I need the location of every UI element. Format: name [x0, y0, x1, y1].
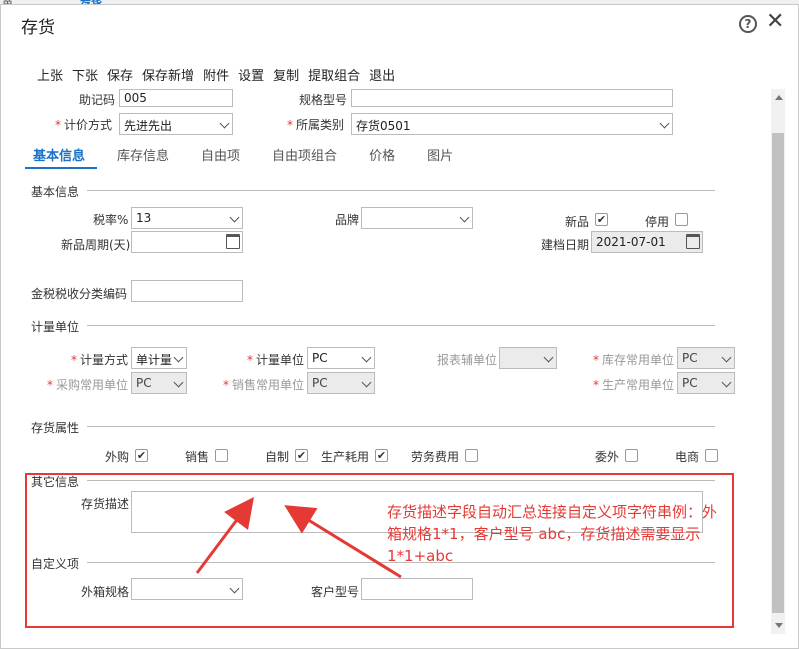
calendar-icon[interactable] — [686, 234, 700, 249]
tab-price[interactable]: 价格 — [369, 145, 395, 164]
purchase-unit-label: * 采购常用单位 — [47, 378, 129, 392]
prev-button[interactable]: 上张 — [37, 65, 63, 84]
attr-service-checkbox[interactable] — [465, 449, 478, 462]
measure-unit-select[interactable]: PC — [307, 347, 375, 369]
attr-service-label: 劳务费用 — [411, 450, 460, 464]
tax-rate-select[interactable]: 13 — [131, 207, 243, 229]
mnemonic-label: 助记码 — [79, 93, 116, 107]
measure-method-select[interactable]: 单计量 — [131, 347, 187, 369]
brand-select[interactable] — [361, 207, 473, 229]
disabled-checkbox[interactable] — [675, 213, 688, 226]
dialog-title: 存货 — [21, 18, 55, 38]
sales-unit-label: * 销售常用单位 — [223, 378, 305, 392]
mnemonic-input[interactable]: 005 — [119, 89, 233, 107]
attr-self-made-checkbox[interactable]: ✔ — [295, 449, 308, 462]
brand-label: 品牌 — [335, 213, 360, 227]
new-product-checkbox[interactable]: ✔ — [595, 213, 608, 226]
copy-button[interactable]: 复制 — [273, 65, 299, 84]
scrollbar-thumb[interactable] — [772, 133, 784, 613]
section-unit: 计量单位 — [31, 320, 80, 334]
created-date-input[interactable]: 2021-07-01 — [591, 231, 703, 253]
attr-ecommerce-label: 电商 — [675, 450, 700, 464]
new-cycle-label: 新品周期(天) — [61, 238, 131, 252]
save-new-button[interactable]: 保存新增 — [142, 65, 194, 84]
category-label: * 所属类别 — [287, 118, 345, 132]
section-attributes: 存货属性 — [31, 421, 80, 435]
attr-outsourced-label: 委外 — [595, 450, 620, 464]
divider — [87, 190, 715, 191]
attr-purchased-label: 外购 — [105, 450, 130, 464]
production-unit-select[interactable]: PC — [677, 372, 735, 394]
divider — [87, 426, 715, 427]
tab-basic-info[interactable]: 基本信息 — [33, 145, 85, 164]
help-icon[interactable]: ? — [739, 15, 757, 33]
section-basic-info: 基本信息 — [31, 185, 80, 199]
tab-free-item-combo[interactable]: 自由项组合 — [272, 145, 337, 164]
spec-label: 规格型号 — [299, 93, 348, 107]
tax-rate-label: 税率% — [93, 213, 129, 227]
annotation-text: 存货描述字段自动汇总连接自定义项字符串例：外箱规格1*1，客户型号 abc，存货… — [387, 503, 718, 565]
attr-sales-checkbox[interactable] — [215, 449, 228, 462]
disabled-label: 停用 — [645, 215, 670, 229]
tab-stock-info[interactable]: 库存信息 — [117, 145, 169, 164]
attr-purchased-checkbox[interactable]: ✔ — [135, 449, 148, 462]
divider — [87, 325, 715, 326]
attr-self-made-label: 自制 — [265, 450, 290, 464]
divider — [87, 480, 715, 481]
next-button[interactable]: 下张 — [72, 65, 98, 84]
settings-button[interactable]: 设置 — [238, 65, 264, 84]
exit-button[interactable]: 退出 — [369, 65, 395, 84]
attr-ecommerce-checkbox[interactable] — [705, 449, 718, 462]
section-other-info: 其它信息 — [31, 475, 80, 489]
tax-code-input[interactable] — [131, 280, 243, 302]
report-unit-select[interactable] — [499, 347, 557, 369]
extract-combo-button[interactable]: 提取组合 — [308, 65, 360, 84]
spec-input[interactable] — [351, 89, 673, 107]
attr-production-label: 生产耗用 — [321, 450, 370, 464]
customer-model-label: 客户型号 — [311, 585, 360, 599]
tab-free-items[interactable]: 自由项 — [201, 145, 240, 164]
stock-unit-label: * 库存常用单位 — [593, 353, 675, 367]
new-product-label: 新品 — [565, 215, 590, 229]
box-spec-label: 外箱规格 — [81, 585, 130, 599]
category-select[interactable]: 存货0501 — [351, 113, 673, 135]
stock-unit-select[interactable]: PC — [677, 347, 735, 369]
vertical-scrollbar[interactable] — [771, 89, 785, 634]
measure-unit-label: * 计量单位 — [247, 353, 305, 367]
inventory-dialog: 存货 ? ✕ 上张 下张 保存 保存新增 附件 设置 复制 提取组合 退出 助记… — [0, 4, 799, 649]
section-custom-items: 自定义项 — [31, 557, 80, 571]
box-spec-select[interactable] — [131, 578, 243, 600]
save-button[interactable]: 保存 — [107, 65, 133, 84]
attr-sales-label: 销售 — [185, 450, 210, 464]
toolbar: 上张 下张 保存 保存新增 附件 设置 复制 提取组合 退出 — [37, 65, 404, 84]
attr-production-checkbox[interactable]: ✔ — [375, 449, 388, 462]
form-content: 助记码 005 规格型号 * 计价方式 先进先出 * 所属类别 存货0501 基本信… — [1, 89, 771, 634]
inventory-desc-label: 存货描述 — [81, 497, 130, 511]
tab-image[interactable]: 图片 — [427, 145, 453, 164]
scroll-down-icon[interactable] — [775, 623, 783, 628]
calendar-icon[interactable] — [226, 234, 240, 249]
report-unit-label: 报表辅单位 — [437, 353, 498, 367]
close-icon[interactable]: ✕ — [766, 10, 784, 34]
new-cycle-input[interactable] — [131, 231, 243, 253]
sales-unit-select[interactable]: PC — [307, 372, 375, 394]
tax-code-label: 金税税收分类编码 — [31, 287, 128, 301]
attachment-button[interactable]: 附件 — [203, 65, 229, 84]
tab-bar: 基本信息 库存信息 自由项 自由项组合 价格 图片 — [33, 145, 485, 164]
scroll-up-icon[interactable] — [775, 95, 783, 100]
pricing-label: * 计价方式 — [55, 118, 113, 132]
measure-method-label: * 计量方式 — [71, 353, 129, 367]
customer-model-input[interactable] — [361, 578, 473, 600]
purchase-unit-select[interactable]: PC — [131, 372, 187, 394]
created-date-label: 建档日期 — [541, 238, 590, 252]
active-tab-indicator — [25, 167, 97, 169]
attr-outsourced-checkbox[interactable] — [625, 449, 638, 462]
pricing-select[interactable]: 先进先出 — [119, 113, 233, 135]
production-unit-label: * 生产常用单位 — [593, 378, 675, 392]
